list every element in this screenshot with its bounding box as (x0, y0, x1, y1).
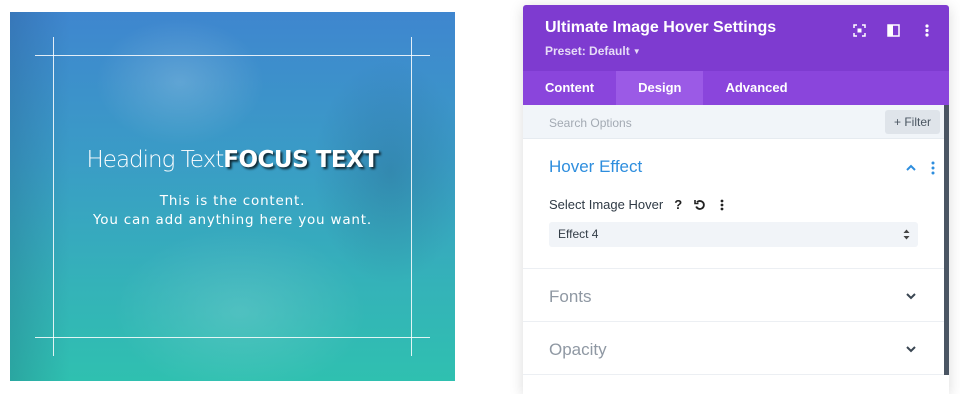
chevron-down-icon[interactable] (905, 290, 917, 302)
expand-icon[interactable] (851, 22, 867, 38)
content-line-1: This is the content. (159, 193, 306, 209)
filter-button[interactable]: + Filter (884, 110, 940, 134)
tab-content[interactable]: Content (523, 71, 616, 105)
section-fonts[interactable]: Fonts (523, 269, 949, 322)
preset-label: Preset: Default (545, 44, 630, 58)
reset-icon[interactable] (693, 198, 707, 212)
image-hover-preview: Heading TextFOCUS TEXT This is the conte… (10, 12, 455, 381)
content-line-2: You can add anything here you want. (93, 212, 372, 228)
section-title-fonts[interactable]: Fonts (549, 287, 592, 307)
heading-text: Heading Text (86, 147, 225, 173)
section-more-icon[interactable] (931, 161, 935, 175)
preview-heading: Heading TextFOCUS TEXT (10, 147, 455, 173)
tab-design[interactable]: Design (616, 71, 704, 105)
header-actions (851, 22, 935, 38)
settings-panel: Ultimate Image Hover Settings Preset: De… (523, 5, 949, 394)
section-opacity[interactable]: Opacity (523, 322, 949, 375)
section-title-opacity[interactable]: Opacity (549, 340, 607, 360)
select-arrows-icon (903, 229, 910, 240)
split-view-icon[interactable] (885, 22, 901, 38)
frame-line-bottom (35, 337, 430, 338)
tab-advanced[interactable]: Advanced (703, 71, 809, 105)
select-image-hover-label: Select Image Hover ? (549, 197, 729, 212)
section-title-hover-effect[interactable]: Hover Effect (549, 157, 642, 177)
more-options-icon[interactable] (715, 198, 729, 212)
chevron-up-icon[interactable] (905, 162, 917, 174)
panel-tabs: Content Design Advanced (523, 71, 949, 105)
more-options-icon[interactable] (919, 22, 935, 38)
preview-content: This is the content. You can add anythin… (10, 192, 455, 230)
search-input[interactable]: Search Options (549, 116, 632, 130)
panel-title: Ultimate Image Hover Settings (545, 19, 777, 36)
image-hover-select[interactable]: Effect 4 (549, 222, 918, 247)
search-bar: Search Options + Filter (523, 105, 949, 139)
help-icon[interactable]: ? (671, 197, 685, 212)
selected-value: Effect 4 (558, 227, 599, 241)
field-label-text: Select Image Hover (549, 197, 664, 212)
section-hover-effect: Hover Effect Select Image Hover ? Effect… (523, 139, 949, 269)
focus-text: FOCUS TEXT (223, 147, 379, 173)
chevron-down-icon[interactable] (905, 343, 917, 355)
frame-line-top (35, 55, 430, 56)
caret-down-icon: ▼ (632, 47, 641, 56)
preset-selector[interactable]: Preset: Default ▼ (545, 44, 641, 58)
scrollbar[interactable] (944, 105, 949, 375)
panel-header: Ultimate Image Hover Settings Preset: De… (523, 5, 949, 71)
